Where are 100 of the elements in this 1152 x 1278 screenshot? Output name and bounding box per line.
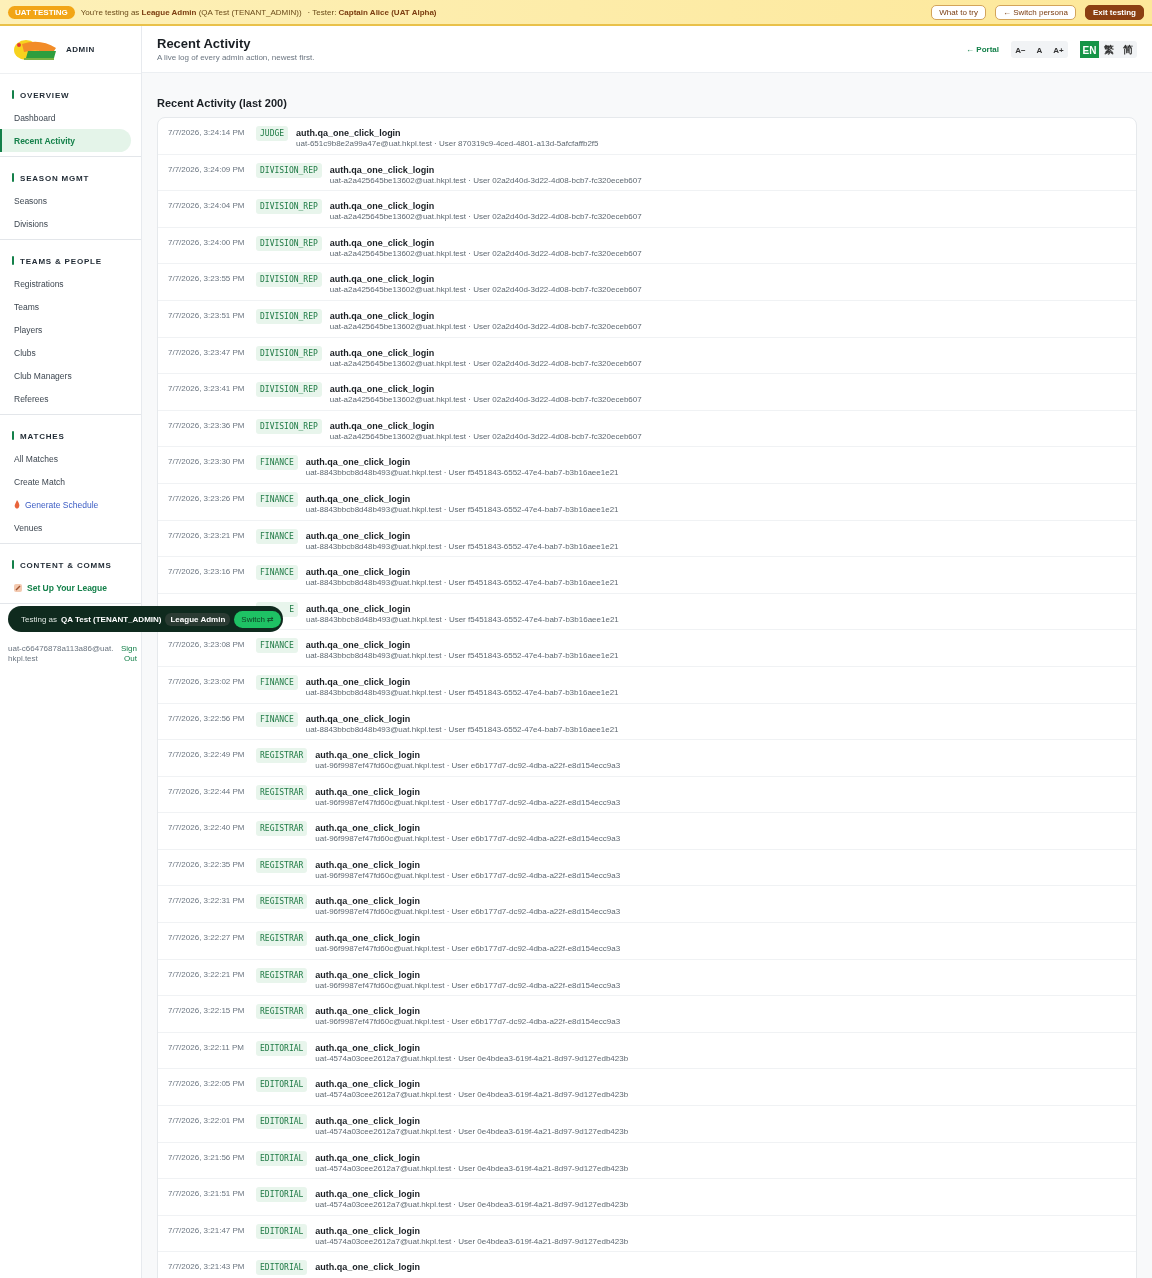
timestamp: 7/7/2026, 3:24:14 PM — [168, 128, 245, 137]
action-name: auth.qa_one_click_login — [315, 1079, 421, 1090]
banner-button[interactable]: ← Switch persona — [994, 4, 1076, 20]
timestamp: 7/7/2026, 3:22:49 PM — [168, 750, 245, 760]
nav-item[interactable]: Clubs — [0, 341, 131, 364]
section-marker — [12, 172, 14, 182]
role-tag: FINANCE — [256, 491, 298, 507]
testing-label: Testing as — [21, 614, 58, 624]
banner-button[interactable]: Exit testing — [1084, 4, 1144, 20]
action-name: auth.qa_one_click_login — [305, 530, 412, 541]
action-detail: uat-a2a425645be13602@uat.hkpl.test · User 02a2d40d-3d22-4d08-bcb7-fc320eceb607 — [329, 431, 642, 441]
role-tag: JUDGE — [256, 126, 289, 141]
action-name: auth.qa_one_click_login — [329, 347, 436, 358]
action-detail: uat-a2a425645be13602@uat.hkpl.test · User 02a2d40d-3d22-4d08-bcb7-fc320eceb607 — [329, 285, 642, 295]
sign-out-link[interactable]: Sign Out — [119, 644, 137, 664]
timestamp: 7/7/2026, 3:23:55 PM — [168, 274, 245, 284]
role-tag: EDITORIAL — [256, 1114, 308, 1130]
role-tag: DIVISION_REP — [256, 199, 322, 215]
timestamp: 7/7/2026, 3:22:11 PM — [168, 1042, 244, 1052]
action-name: auth.qa_one_click_login — [329, 201, 436, 212]
role-tag: EDITORIAL — [256, 1260, 308, 1276]
nav-item[interactable]: All Matches — [0, 447, 131, 470]
role-tag: DIVISION_REP — [256, 235, 322, 251]
role-tag: FINANCE — [256, 455, 298, 471]
nav-item[interactable]: Registrations — [0, 272, 131, 295]
timestamp: 7/7/2026, 3:23:16 PM — [168, 567, 245, 577]
user-email: uat-c66476878a113a86@uat.hkpl.test — [8, 644, 115, 664]
role-tag: DIVISION_REP — [256, 162, 322, 178]
font-size-button[interactable]: A− — [1011, 40, 1030, 58]
nav-item[interactable]: Dashboard — [0, 106, 131, 129]
action-name: auth.qa_one_click_login — [315, 1152, 421, 1163]
language-button[interactable]: EN — [1080, 40, 1099, 58]
role-tag: FINANCE — [256, 528, 298, 544]
timestamp: 7/7/2026, 3:22:05 PM — [168, 1079, 245, 1089]
section-title: OVERVIEW — [20, 91, 70, 100]
timestamp: 7/7/2026, 3:22:56 PM — [168, 713, 245, 723]
action-name: auth.qa_one_click_login — [315, 1116, 421, 1127]
action-name: auth.qa_one_click_login — [315, 1042, 421, 1053]
nav-item[interactable]: Generate Schedule — [0, 493, 131, 516]
role-tag: REGISTRAR — [256, 748, 308, 764]
timestamp: 7/7/2026, 3:23:30 PM — [168, 457, 245, 467]
timestamp: 7/7/2026, 3:23:41 PM — [168, 384, 245, 394]
action-detail: uat-8843bbcb8d48b493@uat.hkpl.test · User f5451843-6552-47e4-bab7-b3b16aee1e21 — [305, 468, 619, 478]
nav-item[interactable]: Referees — [0, 387, 131, 410]
action-detail: uat-651c9b8e2a99a47e@uat.hkpl.test · User 870319c9-4ced-4801-a13d-5afcfaffb2f5 — [296, 139, 599, 148]
action-detail: uat-4574a03cee2612a7@uat.hkpl.test · User 0e4bdea3-619f-4a21-8d97-9d127edb423b — [315, 1053, 629, 1063]
action-name: auth.qa_one_click_login — [305, 640, 412, 651]
action-name: auth.qa_one_click_login — [329, 237, 436, 248]
role-tag: DIVISION_REP — [256, 308, 322, 324]
action-name: auth.qa_one_click_login — [315, 896, 421, 907]
switch-button[interactable]: Switch ⇄ — [234, 610, 281, 628]
action-detail: uat-8843bbcb8d48b493@uat.hkpl.test · User f5451843-6552-47e4-bab7-b3b16aee1e21 — [306, 614, 619, 624]
timestamp: 7/7/2026, 3:22:31 PM — [168, 896, 245, 906]
action-name: auth.qa_one_click_login — [329, 310, 436, 321]
section-title: MATCHES — [20, 432, 65, 441]
timestamp: 7/7/2026, 3:21:43 PM — [168, 1262, 245, 1272]
logo-icon — [12, 37, 58, 62]
timestamp: 7/7/2026, 3:23:47 PM — [168, 347, 245, 357]
action-name: auth.qa_one_click_login — [306, 603, 412, 614]
nav-item[interactable]: Players — [0, 318, 131, 341]
role-tag: FINANCE — [256, 565, 298, 581]
timestamp: 7/7/2026, 3:23:36 PM — [168, 420, 245, 430]
role-tag: DIVISION_REP — [256, 418, 322, 434]
nav-item[interactable]: Teams — [0, 295, 131, 318]
role-tag: EDITORIAL — [256, 1150, 308, 1166]
action-name: auth.qa_one_click_login — [315, 1225, 421, 1236]
nav-item[interactable]: Set Up Your League — [0, 576, 131, 599]
nav-item[interactable]: Divisions — [0, 212, 131, 235]
page-title: Recent Activity — [157, 36, 252, 51]
nav-item[interactable]: Recent Activity — [0, 129, 131, 152]
nav-item[interactable]: Venues — [0, 516, 131, 539]
role-tag: DIVISION_REP — [256, 272, 322, 288]
font-size-button[interactable]: A — [1030, 40, 1049, 58]
role-tag: REGISTRAR — [256, 894, 308, 910]
nav-item[interactable]: Club Managers — [0, 364, 131, 387]
timestamp: 7/7/2026, 3:24:09 PM — [168, 164, 245, 174]
language-button[interactable]: 简 — [1118, 40, 1137, 58]
section-marker — [12, 559, 14, 569]
language-button[interactable]: 繁 — [1099, 40, 1118, 58]
role-tag: REGISTRAR — [256, 821, 308, 837]
action-detail: uat-4574a03cee2612a7@uat.hkpl.test · User 0e4bdea3-619f-4a21-8d97-9d127edb423b — [315, 1236, 629, 1246]
nav-item[interactable]: Seasons — [0, 189, 131, 212]
action-name: auth.qa_one_click_login — [315, 823, 421, 834]
action-name: auth.qa_one_click_login — [329, 274, 436, 285]
timestamp: 7/7/2026, 3:21:56 PM — [168, 1152, 245, 1162]
action-name: auth.qa_one_click_login — [315, 1262, 420, 1273]
timestamp: 7/7/2026, 3:23:02 PM — [168, 676, 245, 686]
nav-item[interactable]: Create Match — [0, 470, 131, 493]
banner-button[interactable]: What to try — [931, 4, 986, 20]
action-detail: uat-a2a425645be13602@uat.hkpl.test · User 02a2d40d-3d22-4d08-bcb7-fc320eceb607 — [329, 212, 642, 222]
font-size-button[interactable]: A+ — [1049, 40, 1068, 58]
action-detail: uat-a2a425645be13602@uat.hkpl.test · User 02a2d40d-3d22-4d08-bcb7-fc320eceb607 — [329, 358, 642, 368]
action-name: auth.qa_one_click_login — [296, 128, 402, 138]
action-name: auth.qa_one_click_login — [329, 384, 436, 395]
role-tag: REGISTRAR — [256, 1004, 308, 1020]
persona-name: QA Test (TENANT_ADMIN) — [61, 614, 162, 624]
portal-link[interactable]: ← Portal — [966, 44, 999, 54]
action-detail: uat-8843bbcb8d48b493@uat.hkpl.test · User f5451843-6552-47e4-bab7-b3b16aee1e21 — [305, 541, 619, 551]
action-detail: uat-a2a425645be13602@uat.hkpl.test · User 02a2d40d-3d22-4d08-bcb7-fc320eceb607 — [329, 175, 642, 185]
action-detail: uat-96f9987ef47fd60c@uat.hkpl.test · User e6b177d7-dc92-4dba-a22f-e8d154ecc9a3 — [315, 1017, 621, 1027]
